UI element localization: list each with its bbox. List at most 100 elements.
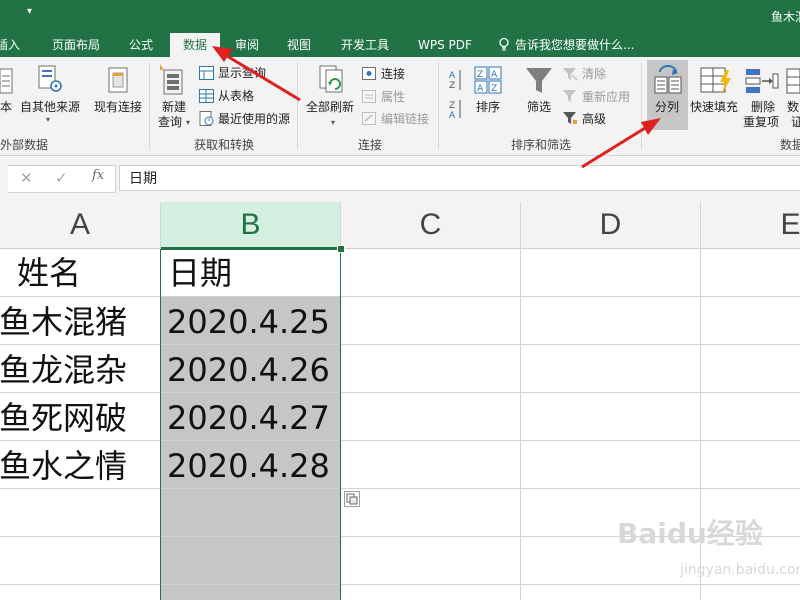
insert-function-button[interactable]: fx: [92, 168, 104, 183]
tab-view[interactable]: 视图: [287, 35, 311, 57]
cell-a3[interactable]: 鱼龙混杂: [0, 345, 160, 393]
data-validation-label-1[interactable]: 数: [787, 100, 799, 114]
filter-icon: [526, 68, 552, 93]
from-table-icon: [199, 89, 214, 103]
other-sources-button[interactable]: 自其他来源: [20, 100, 80, 114]
remove-duplicates-icon: [745, 69, 779, 93]
svg-text:A: A: [477, 84, 484, 94]
svg-text:A: A: [491, 70, 498, 80]
tell-me-placeholder: 告诉我您想要做什么...: [515, 38, 635, 52]
flash-fill-icon: [700, 67, 731, 94]
tab-wps-pdf[interactable]: WPS PDF: [418, 35, 472, 57]
sort-button[interactable]: 排序: [476, 100, 500, 114]
clear-filter-button[interactable]: 清除: [582, 67, 606, 81]
cell-a5[interactable]: 鱼水之情: [0, 441, 160, 489]
gridline: [520, 202, 521, 600]
cell-a2-text: 鱼木混猪: [0, 303, 127, 341]
recent-sources-button[interactable]: 最近使用的源: [218, 112, 290, 126]
refresh-all-button[interactable]: 全部刷新: [306, 100, 354, 114]
remove-duplicates-label-1[interactable]: 删除: [751, 100, 775, 114]
group-label-external-data: 外部数据: [0, 138, 49, 152]
existing-connections-icon: [108, 67, 128, 93]
tab-data[interactable]: 数据: [170, 33, 220, 57]
existing-connections-button[interactable]: 现有连接: [94, 100, 142, 114]
connections-button[interactable]: 连接: [381, 67, 405, 81]
reapply-button[interactable]: 重新应用: [582, 90, 630, 104]
from-text-icon: [0, 68, 13, 94]
cell-a3-text: 鱼龙混杂: [0, 351, 127, 389]
edit-links-icon: [362, 112, 376, 125]
cell-a4-text: 鱼死网破: [0, 399, 127, 437]
sort-icon: ZA AZ: [474, 66, 502, 94]
group-label-sort-filter: 排序和筛选: [511, 138, 572, 152]
refresh-all-icon: [319, 65, 343, 93]
other-sources-dropdown-icon[interactable]: ▾: [46, 113, 50, 127]
svg-text:Z: Z: [477, 70, 483, 80]
svg-text:A: A: [449, 71, 456, 81]
cell-a5-text: 鱼水之情: [0, 447, 127, 485]
fill-handle[interactable]: [337, 245, 345, 253]
filter-button[interactable]: 筛选: [527, 100, 551, 114]
new-query-icon: [160, 64, 183, 95]
new-query-dropdown-icon[interactable]: ▾: [186, 116, 190, 130]
ribbon-separator: [438, 62, 439, 150]
properties-button[interactable]: 属性: [381, 90, 405, 104]
tab-developer[interactable]: 开发工具: [341, 35, 389, 57]
cell-a1[interactable]: 姓名: [17, 248, 160, 296]
show-queries-icon: [199, 66, 214, 80]
cancel-entry-icon[interactable]: ✕: [20, 169, 33, 187]
window-title: 鱼木混: [771, 10, 800, 24]
refresh-all-dropdown-icon[interactable]: ▾: [331, 116, 335, 130]
svg-text:Z: Z: [449, 81, 455, 91]
new-query-label-2[interactable]: 查询: [158, 115, 182, 129]
ribbon-separator: [149, 62, 150, 150]
text-to-columns-button[interactable]: 分列: [655, 100, 679, 114]
column-header-a[interactable]: A: [0, 202, 160, 248]
group-label-get-transform: 获取和转换: [194, 138, 255, 152]
connections-icon: [362, 67, 376, 80]
recent-sources-icon: [199, 111, 214, 126]
from-table-button[interactable]: 从表格: [218, 89, 254, 103]
quick-access-menu-icon[interactable]: ▾: [27, 6, 32, 17]
column-header-c[interactable]: C: [341, 202, 520, 248]
remove-duplicates-label-2[interactable]: 重复项: [743, 115, 779, 129]
clear-filter-icon: [563, 68, 578, 81]
edit-links-button[interactable]: 编辑链接: [381, 112, 429, 126]
ribbon-separator: [641, 62, 642, 150]
cell-a2[interactable]: 鱼木混猪: [0, 297, 160, 345]
ribbon-separator: [297, 62, 298, 150]
group-label-connections: 连接: [358, 138, 383, 152]
tab-review[interactable]: 审阅: [235, 35, 259, 57]
properties-icon: [362, 90, 376, 103]
column-header-e[interactable]: E: [701, 202, 800, 248]
column-header-d[interactable]: D: [521, 202, 700, 248]
svg-text:Z: Z: [491, 84, 497, 94]
baidu-watermark-logo: Baidu经验: [617, 517, 763, 550]
tab-formulas[interactable]: 公式: [129, 35, 153, 57]
other-sources-icon: [38, 65, 62, 92]
advanced-filter-button[interactable]: 高级: [582, 112, 606, 126]
data-validation-icon: [786, 68, 800, 94]
svg-text:Z: Z: [449, 101, 455, 111]
advanced-filter-icon: [563, 112, 577, 124]
sort-ascending-icon: A Z Z A: [449, 70, 461, 120]
svg-text:A: A: [449, 111, 456, 120]
show-queries-button[interactable]: 显示查询: [218, 66, 266, 80]
column-header-b[interactable]: B: [161, 202, 340, 249]
text-to-columns-icon: [654, 65, 682, 94]
tell-me-search[interactable]: 告诉我您想要做什么...: [497, 35, 634, 57]
data-validation-label-2[interactable]: 证: [791, 115, 800, 129]
from-text-button[interactable]: 本: [0, 100, 12, 114]
new-query-label-1[interactable]: 新建: [162, 100, 186, 114]
group-label-data-tools: 数据: [780, 138, 800, 152]
baidu-watermark-url: jingyan.baidu.com: [680, 562, 800, 578]
formula-input[interactable]: 日期: [119, 165, 800, 191]
selection-border: [160, 249, 341, 600]
tab-page-layout[interactable]: 页面布局: [52, 35, 100, 57]
flash-fill-button[interactable]: 快速填充: [690, 100, 738, 114]
tab-insert[interactable]: 插入: [0, 35, 20, 57]
ribbon-tab-bar: [0, 0, 800, 57]
paste-options-icon[interactable]: [344, 491, 360, 507]
confirm-entry-icon[interactable]: ✓: [55, 169, 68, 187]
cell-a4[interactable]: 鱼死网破: [0, 393, 160, 441]
